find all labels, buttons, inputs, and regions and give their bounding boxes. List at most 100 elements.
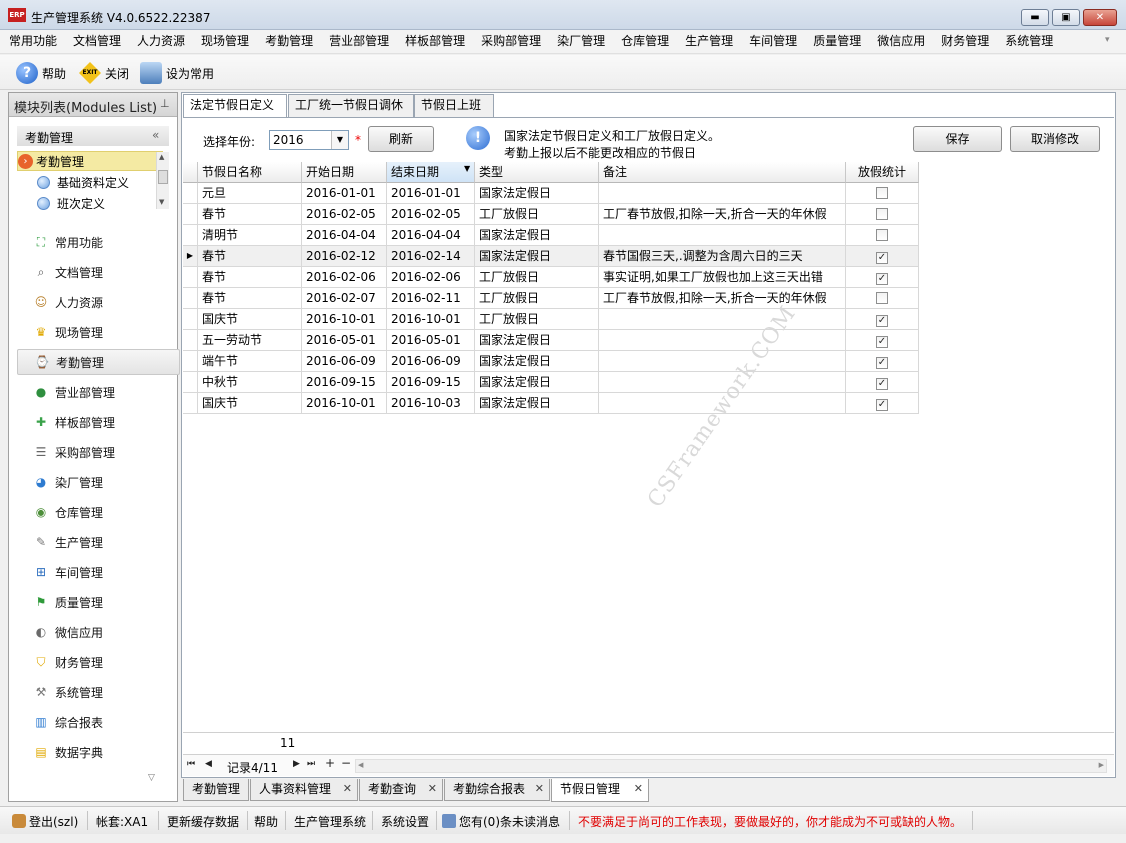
table-cell[interactable]: 春节 [198, 204, 302, 225]
menu-item[interactable]: 采购部管理 [472, 30, 548, 54]
counted-checkbox[interactable]: ✓ [876, 357, 888, 369]
nav-item[interactable]: ◉ 仓库管理 [17, 499, 180, 525]
close-toolbar-button[interactable]: EXIT 关闭 [79, 61, 129, 85]
scroll-up-icon[interactable]: ▲ [159, 153, 164, 161]
table-cell[interactable] [599, 330, 846, 351]
tree-child-item[interactable]: 基础资料定义 [17, 172, 163, 192]
table-row[interactable]: 中秋节 2016-09-15 2016-09-15 国家法定假日 ✓ [183, 372, 919, 393]
table-cell[interactable]: 2016-01-01 [302, 183, 387, 204]
table-cell[interactable]: 2016-02-06 [302, 267, 387, 288]
nav-item[interactable]: ⊞ 车间管理 [17, 559, 180, 585]
table-cell[interactable]: 2016-02-12 [302, 246, 387, 267]
table-cell[interactable]: 国家法定假日 [475, 183, 599, 204]
table-cell[interactable]: 春节 [198, 288, 302, 309]
horizontal-scrollbar[interactable]: ◀ ▶ [355, 759, 1107, 773]
next-record-icon[interactable]: ▶ [293, 759, 300, 769]
table-cell[interactable]: 工厂放假日 [475, 288, 599, 309]
system-settings-button[interactable]: 系统设置 [381, 813, 429, 830]
nav-item[interactable]: ⛶ 常用功能 [17, 229, 180, 255]
table-cell[interactable]: 工厂放假日 [475, 309, 599, 330]
table-cell[interactable]: 国家法定假日 [475, 246, 599, 267]
menu-item[interactable]: 车间管理 [740, 30, 804, 54]
table-cell[interactable]: 中秋节 [198, 372, 302, 393]
counted-checkbox[interactable] [876, 229, 888, 241]
nav-item[interactable]: ✚ 样板部管理 [17, 409, 180, 435]
scroll-down-icon[interactable]: ▼ [159, 198, 164, 206]
more-modules-icon[interactable]: ▽ [148, 773, 155, 783]
collapse-icon[interactable]: « [152, 128, 159, 142]
column-filter-icon[interactable]: ▼ [464, 164, 470, 173]
table-cell[interactable]: 2016-02-05 [387, 204, 475, 225]
table-cell[interactable]: 春节国假三天,.调整为含周六日的三天 [599, 246, 846, 267]
table-row[interactable]: 国庆节 2016-10-01 2016-10-01 工厂放假日 ✓ [183, 309, 919, 330]
menu-item[interactable]: 财务管理 [932, 30, 996, 54]
scroll-left-icon[interactable]: ◀ [358, 761, 363, 769]
table-cell[interactable]: 国家法定假日 [475, 372, 599, 393]
help-toolbar-button[interactable]: ? 帮助 [16, 61, 66, 85]
menu-item[interactable]: 人力资源 [128, 30, 192, 54]
table-cell[interactable] [599, 351, 846, 372]
nav-item[interactable]: ◐ 微信应用 [17, 619, 180, 645]
tree-root-item[interactable]: › 考勤管理 [17, 151, 163, 171]
nav-item[interactable]: ◕ 染厂管理 [17, 469, 180, 495]
nav-item[interactable]: ▥ 综合报表 [17, 709, 180, 735]
counted-checkbox[interactable]: ✓ [876, 273, 888, 285]
menu-item[interactable]: 生产管理 [676, 30, 740, 54]
table-cell[interactable]: 工厂放假日 [475, 204, 599, 225]
sub-tab[interactable]: 工厂统一节假日调休 [288, 94, 414, 117]
system-name[interactable]: 生产管理系统 [294, 813, 366, 830]
cancel-changes-button[interactable]: 取消修改 [1010, 126, 1100, 152]
tree-child-item[interactable]: 班次定义 [17, 193, 163, 211]
close-icon[interactable]: ✕ [535, 779, 544, 799]
table-cell[interactable]: 2016-02-07 [302, 288, 387, 309]
document-tab[interactable]: 节假日管理 ✕ [551, 779, 649, 802]
scroll-right-icon[interactable]: ▶ [1099, 761, 1104, 769]
sub-tab[interactable]: 法定节假日定义 [183, 94, 287, 118]
menu-item[interactable]: 系统管理 [996, 30, 1060, 54]
table-cell[interactable]: 2016-10-01 [387, 309, 475, 330]
scroll-thumb[interactable] [158, 170, 168, 184]
sub-tab[interactable]: 节假日上班 [414, 94, 494, 117]
table-cell[interactable]: 2016-05-01 [387, 330, 475, 351]
table-cell[interactable]: 国庆节 [198, 309, 302, 330]
nav-item[interactable]: ● 营业部管理 [17, 379, 180, 405]
nav-item[interactable]: ⛉ 财务管理 [17, 649, 180, 675]
tree-scrollbar[interactable]: ▲ ▼ [156, 152, 169, 209]
refresh-cache-button[interactable]: 更新缓存数据 [167, 813, 239, 830]
table-cell[interactable]: 国家法定假日 [475, 225, 599, 246]
table-cell[interactable]: 国家法定假日 [475, 351, 599, 372]
table-row[interactable]: 清明节 2016-04-04 2016-04-04 国家法定假日 [183, 225, 919, 246]
nav-item[interactable]: ☰ 采购部管理 [17, 439, 180, 465]
menu-item[interactable]: 质量管理 [804, 30, 868, 54]
dropdown-arrow-icon[interactable]: ▼ [331, 131, 348, 149]
table-cell[interactable]: 端午节 [198, 351, 302, 372]
counted-checkbox[interactable]: ✓ [876, 252, 888, 264]
table-cell[interactable]: 2016-04-04 [387, 225, 475, 246]
pin-icon[interactable]: ⊥ [160, 97, 170, 110]
table-cell[interactable]: 国庆节 [198, 393, 302, 414]
column-header[interactable]: 类型 [475, 162, 599, 183]
table-cell[interactable]: 国家法定假日 [475, 393, 599, 414]
menu-item[interactable]: 仓库管理 [612, 30, 676, 54]
nav-item[interactable]: ♛ 现场管理 [17, 319, 180, 345]
last-record-icon[interactable]: ⏭ [307, 759, 315, 769]
table-cell[interactable]: 2016-10-01 [302, 393, 387, 414]
menu-item[interactable]: 文档管理 [64, 30, 128, 54]
table-cell[interactable]: 元旦 [198, 183, 302, 204]
first-record-icon[interactable]: ⏮ [187, 759, 195, 769]
counted-checkbox[interactable] [876, 292, 888, 304]
menu-item[interactable]: 染厂管理 [548, 30, 612, 54]
table-cell[interactable]: 事实证明,如果工厂放假也加上这三天出错 [599, 267, 846, 288]
table-cell[interactable]: 2016-02-06 [387, 267, 475, 288]
table-cell[interactable]: 春节 [198, 246, 302, 267]
nav-item[interactable]: ☺ 人力资源 [17, 289, 180, 315]
table-row[interactable]: ▶ 春节 2016-02-12 2016-02-14 国家法定假日 春节国假三天,.调整为… [183, 246, 919, 267]
table-cell[interactable]: 2016-10-01 [302, 309, 387, 330]
document-tab[interactable]: 考勤综合报表 ✕ [444, 779, 550, 801]
table-row[interactable]: 元旦 2016-01-01 2016-01-01 国家法定假日 [183, 183, 919, 204]
table-row[interactable]: 春节 2016-02-07 2016-02-11 工厂放假日 工厂春节放假,扣除一天,折… [183, 288, 919, 309]
close-icon[interactable]: ✕ [634, 779, 643, 799]
table-cell[interactable]: 2016-01-01 [387, 183, 475, 204]
remove-record-icon[interactable]: − [341, 756, 351, 770]
table-cell[interactable]: 2016-06-09 [387, 351, 475, 372]
